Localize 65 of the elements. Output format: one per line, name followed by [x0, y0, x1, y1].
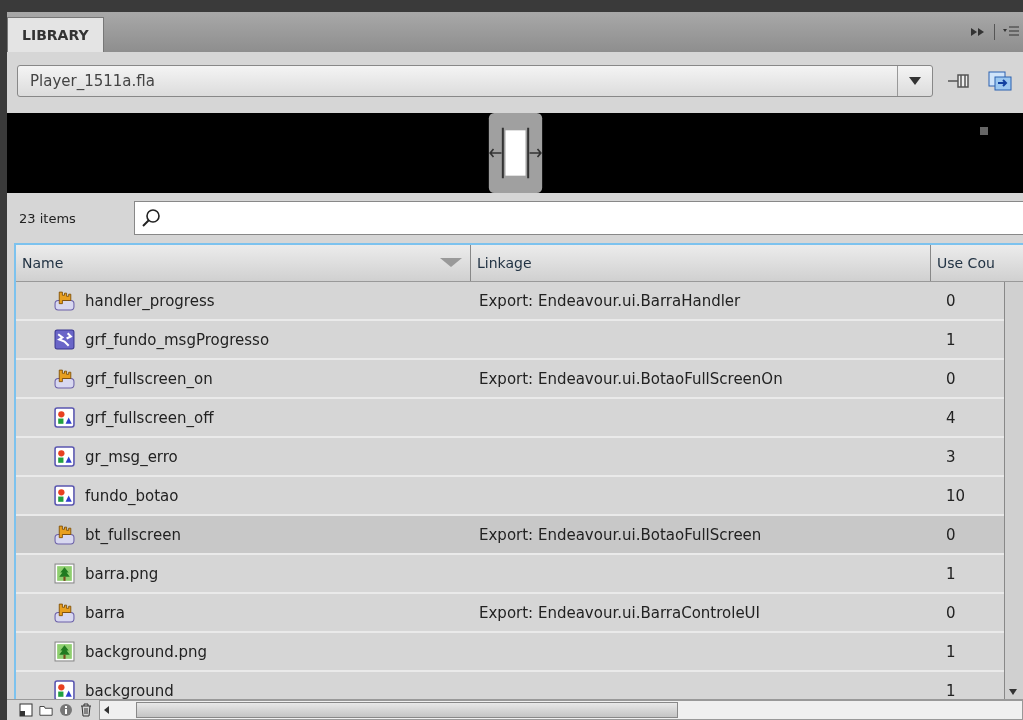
linkage-text: Export: Endeavour.ui.BotaoFullScreen [479, 525, 762, 544]
item-name: fundo_botao [85, 486, 179, 505]
linkage-text: Export: Endeavour.ui.BarraHandler [479, 291, 741, 310]
graphic-symbol-icon [54, 446, 75, 467]
component-icon [54, 329, 75, 350]
library-row[interactable]: barra Export: Endeavour.ui.BarraControleUI 0 [16, 594, 1004, 633]
library-row[interactable]: barra.png 1 [16, 555, 1004, 594]
trash-icon[interactable] [79, 703, 93, 717]
new-symbol-icon[interactable] [19, 703, 33, 717]
folder-icon[interactable] [39, 703, 53, 717]
library-row[interactable]: gr_msg_erro 3 [16, 438, 1004, 477]
library-row[interactable]: handler_progress Export: Endeavour.ui.BarraHandler 0 [16, 282, 1004, 321]
column-header[interactable]: Name [16, 245, 470, 281]
column-header[interactable]: Linkage [470, 245, 930, 281]
info-icon[interactable] [59, 703, 73, 717]
item-name: background.png [85, 642, 208, 661]
item-name: grf_fullscreen_on [85, 369, 213, 388]
use-count: 0 [946, 369, 956, 388]
item-name: barra [85, 603, 125, 622]
column-header[interactable]: Use Cou [930, 245, 1023, 281]
library-row[interactable]: background.png 1 [16, 633, 1004, 672]
use-count: 10 [946, 486, 966, 505]
use-count: 1 [946, 330, 956, 349]
collapse-icon[interactable] [970, 26, 986, 38]
stage-marker-icon [980, 127, 988, 135]
item-name: bt_fullscreen [85, 525, 181, 544]
panel-tab[interactable]: LIBRARY [7, 17, 104, 52]
use-count: 1 [946, 681, 956, 699]
button-symbol-icon [54, 368, 75, 389]
use-count: 0 [946, 525, 956, 544]
use-count: 4 [946, 408, 956, 427]
item-name: handler_progress [85, 291, 215, 310]
bitmap-icon [54, 563, 75, 584]
item-name: background [85, 681, 174, 699]
graphic-symbol-icon [54, 485, 75, 506]
horizontal-scrollbar[interactable] [99, 700, 1023, 720]
graphic-symbol-icon [54, 680, 75, 699]
document-dropdown[interactable]: Player_1511a.fla [17, 65, 933, 97]
item-name: grf_fundo_msgProgresso [85, 330, 270, 349]
use-count: 1 [946, 564, 956, 583]
button-symbol-icon [54, 602, 75, 623]
linkage-text: Export: Endeavour.ui.BarraControleUI [479, 603, 760, 622]
library-row[interactable]: grf_fullscreen_on Export: Endeavour.ui.BotaoFullScreenOn 0 [16, 360, 1004, 399]
new-library-icon[interactable] [987, 70, 1013, 92]
caret-icon [909, 77, 921, 85]
item-name: grf_fullscreen_off [85, 408, 214, 427]
library-row[interactable]: bt_fullscreen Export: Endeavour.ui.BotaoFullScreen 0 [16, 516, 1004, 555]
use-count: 0 [946, 291, 956, 310]
use-count: 3 [946, 447, 956, 466]
graphic-symbol-icon [54, 407, 75, 428]
button-symbol-icon [54, 290, 75, 311]
search-icon [141, 208, 161, 228]
item-name: gr_msg_erro [85, 447, 178, 466]
library-row[interactable]: grf_fundo_msgProgresso 1 [16, 321, 1004, 360]
library-row[interactable]: grf_fullscreen_off 4 [16, 399, 1004, 438]
vertical-scrollbar[interactable] [1004, 282, 1023, 699]
use-count: 1 [946, 642, 956, 661]
search-field[interactable] [134, 201, 1023, 235]
item-count: 23 items [18, 210, 77, 226]
button-symbol-icon [54, 524, 75, 545]
item-name: barra.png [85, 564, 159, 583]
menu-icon[interactable] [1003, 26, 1019, 38]
linkage-text: Export: Endeavour.ui.BotaoFullScreenOn [479, 369, 783, 388]
bitmap-icon [54, 641, 75, 662]
use-count: 0 [946, 603, 956, 622]
